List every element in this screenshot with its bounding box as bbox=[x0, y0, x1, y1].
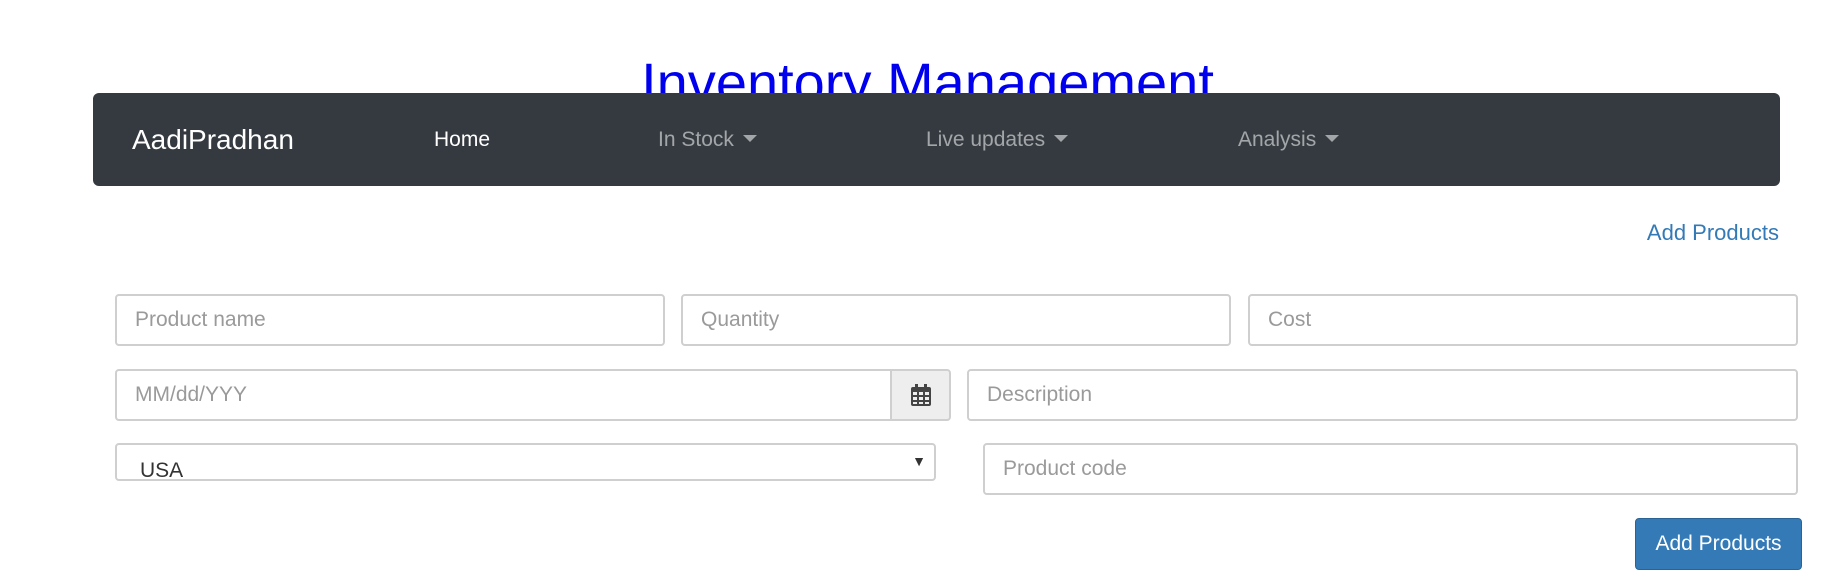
nav-item-home[interactable]: Home bbox=[434, 93, 490, 186]
nav-item-label: Home bbox=[434, 128, 491, 151]
date-picker-button[interactable] bbox=[890, 369, 951, 421]
navbar-brand[interactable]: AadiPradhan bbox=[132, 93, 294, 186]
country-select[interactable]: USA ▼ bbox=[115, 443, 936, 481]
add-products-button[interactable]: Add Products bbox=[1635, 518, 1802, 570]
chevron-down-icon bbox=[1054, 135, 1069, 142]
cost-input[interactable] bbox=[1248, 294, 1798, 346]
nav-item-label: In Stock bbox=[658, 128, 734, 151]
nav-item-in-stock[interactable]: In Stock bbox=[658, 93, 757, 186]
product-code-input[interactable] bbox=[983, 443, 1798, 495]
dropdown-arrow-icon: ▼ bbox=[912, 453, 926, 469]
quantity-input[interactable] bbox=[681, 294, 1231, 346]
nav-item-label: Analysis bbox=[1238, 128, 1317, 151]
country-select-value: USA bbox=[140, 459, 184, 481]
description-input[interactable] bbox=[967, 369, 1798, 421]
chevron-down-icon bbox=[1325, 135, 1340, 142]
nav-item-label: Live updates bbox=[926, 128, 1046, 151]
date-input[interactable] bbox=[115, 369, 892, 421]
add-products-link[interactable]: Add Products bbox=[1647, 220, 1779, 246]
nav-item-analysis[interactable]: Analysis bbox=[1238, 93, 1340, 186]
product-name-input[interactable] bbox=[115, 294, 665, 346]
nav-item-live-updates[interactable]: Live updates bbox=[926, 93, 1069, 186]
calendar-icon bbox=[910, 384, 931, 406]
top-navbar: AadiPradhan Home In Stock Live updates A… bbox=[93, 93, 1780, 186]
chevron-down-icon bbox=[742, 135, 757, 142]
